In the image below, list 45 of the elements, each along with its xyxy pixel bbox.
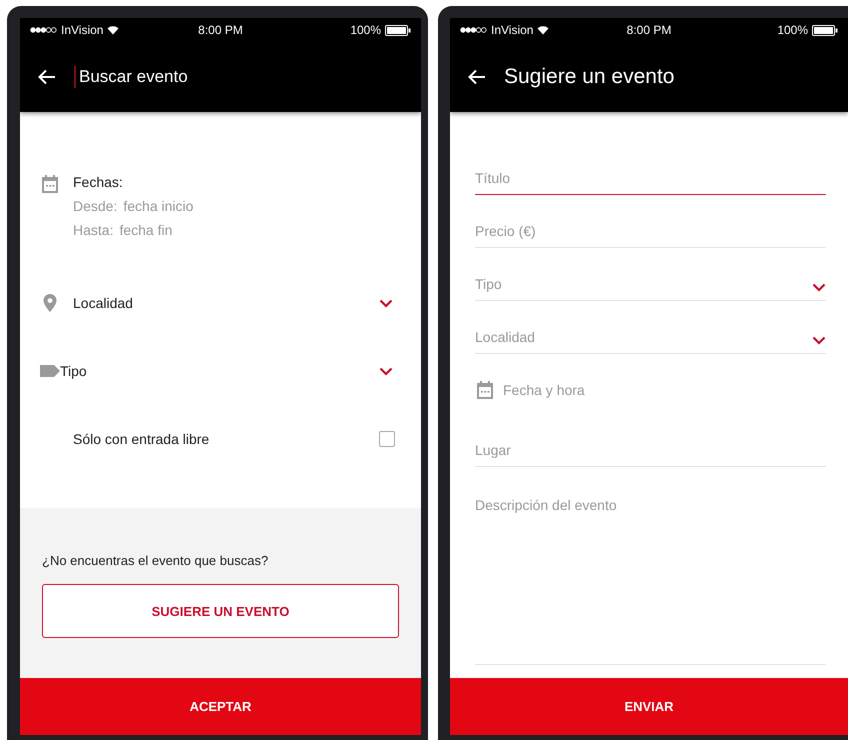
chevron-down-icon <box>379 366 393 376</box>
battery-percent: 100% <box>350 23 382 37</box>
free-entry-label: Sólo con entrada libre <box>73 431 210 447</box>
chevron-down-icon <box>812 283 826 292</box>
battery-percent: 100% <box>777 23 808 37</box>
back-arrow-icon <box>38 69 56 85</box>
dropdown-field[interactable]: Tipo <box>475 248 826 301</box>
screen-title: Sugiere un evento <box>504 65 674 89</box>
wifi-icon <box>537 25 550 35</box>
suggest-button[interactable]: SUGIERE UN EVENTO <box>42 584 399 638</box>
signal-icon <box>460 27 487 33</box>
wifi-icon <box>107 25 120 35</box>
dropdown-field[interactable]: Localidad <box>475 301 826 354</box>
dates-label: Fechas: <box>73 174 124 190</box>
input-field[interactable]: Lugar <box>475 414 826 467</box>
search-field[interactable]: Buscar evento <box>74 66 188 88</box>
signal-icon <box>30 27 57 33</box>
input-field[interactable]: Título <box>475 142 826 195</box>
carrier-name: InVision <box>491 23 534 37</box>
end-date-field[interactable]: fecha fin <box>119 222 172 238</box>
accept-button[interactable]: ACEPTAR <box>20 678 421 735</box>
calendar-icon <box>40 174 60 194</box>
chevron-down-icon <box>812 336 826 345</box>
start-date-field[interactable]: fecha inicio <box>123 198 194 214</box>
from-label: Desde: <box>73 198 118 214</box>
carrier-name: InVision <box>61 23 104 37</box>
battery-icon <box>385 24 412 36</box>
chevron-down-icon <box>379 298 393 308</box>
back-arrow-icon <box>468 69 486 85</box>
calendar-icon <box>475 380 495 400</box>
clock-time: 8:00 PM <box>198 23 243 37</box>
tag-icon <box>40 364 60 378</box>
checkbox[interactable] <box>379 431 395 447</box>
location-dropdown[interactable]: Localidad <box>73 295 379 311</box>
to-label: Hasta: <box>73 222 114 238</box>
battery-icon <box>812 24 838 36</box>
back-button[interactable] <box>468 69 486 85</box>
description-field[interactable]: Descripción del evento <box>475 467 826 665</box>
prompt-text: ¿No encuentras el evento que buscas? <box>42 553 270 568</box>
type-dropdown[interactable]: Tipo <box>60 363 379 379</box>
input-field[interactable]: Precio (€) <box>475 195 826 248</box>
clock-time: 8:00 PM <box>626 23 672 37</box>
date-field[interactable]: Fecha y hora <box>475 354 826 414</box>
send-button[interactable]: ENVIAR <box>450 678 848 735</box>
back-button[interactable] <box>38 69 56 85</box>
